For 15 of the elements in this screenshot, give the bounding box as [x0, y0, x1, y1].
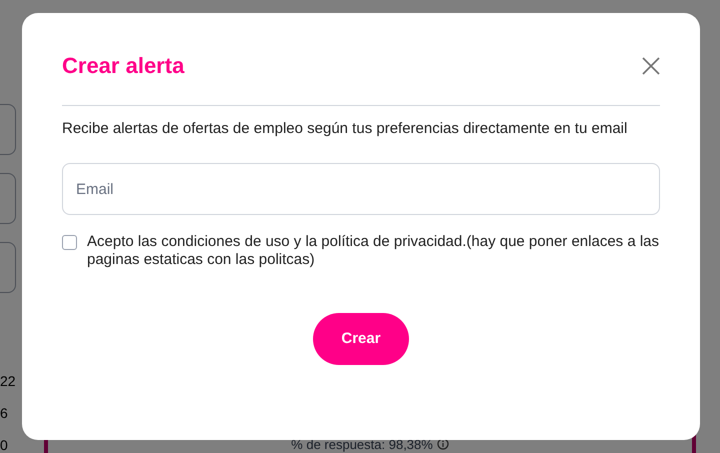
- email-field[interactable]: Email: [62, 163, 660, 215]
- response-rate: % de respuesta: 98,38%: [291, 437, 433, 453]
- stat-number: 0: [0, 437, 9, 453]
- card-background: [0, 242, 16, 293]
- card-background: [0, 104, 16, 155]
- info-icon: [436, 438, 449, 450]
- close-button[interactable]: [640, 55, 662, 77]
- modal-description: Recibe alertas de ofertas de empleo según tus preferencias directamente en tu email: [62, 120, 628, 138]
- stat-number: 22: [0, 373, 17, 389]
- consent-checkbox[interactable]: [62, 235, 77, 250]
- card-background: [0, 173, 16, 224]
- create-button[interactable]: Crear: [313, 313, 409, 365]
- stat-number: 6: [0, 405, 9, 421]
- modal-title: Crear alerta: [62, 53, 184, 79]
- consent-label: Acepto las condiciones de uso y la política de privacidad.(hay que poner enlaces a las paginas estaticas con las politcas): [87, 233, 660, 269]
